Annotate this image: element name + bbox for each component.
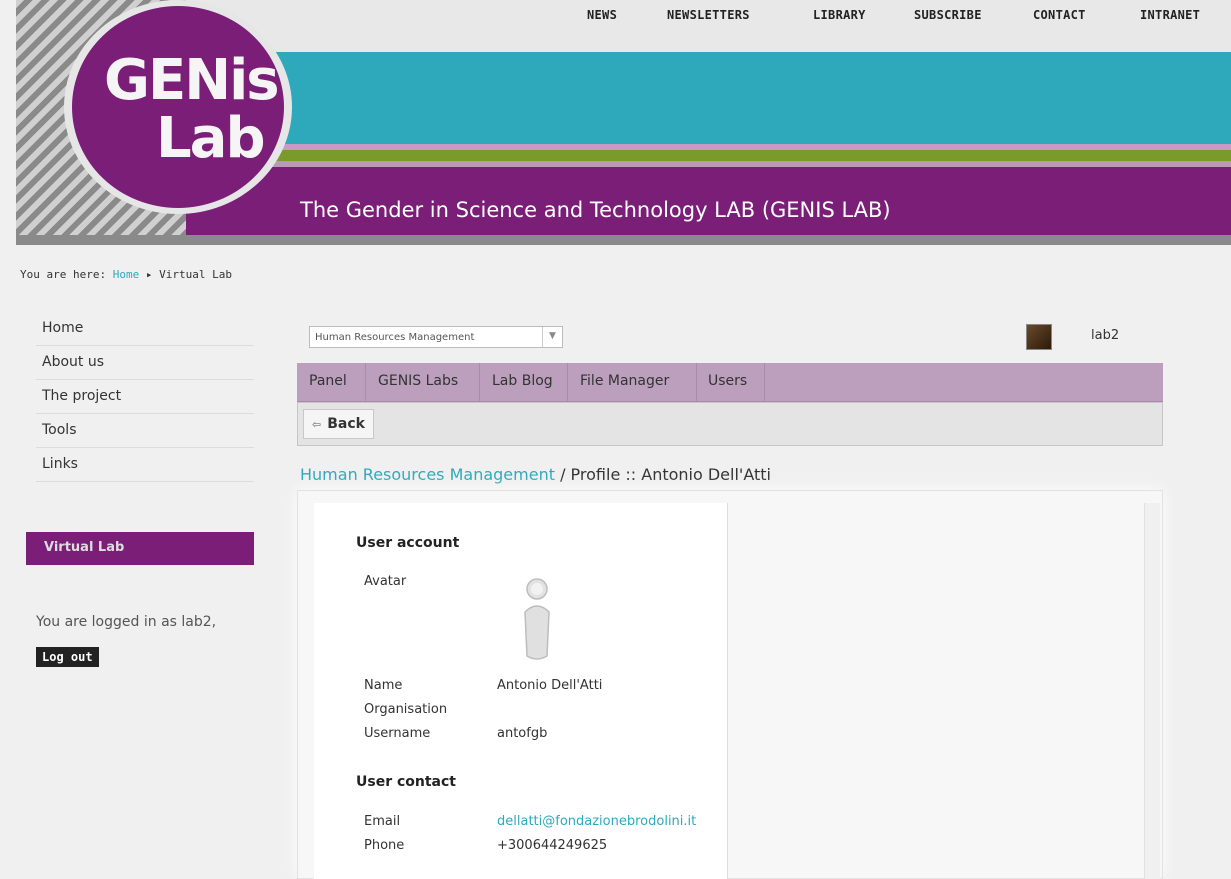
logout-button[interactable]: Log out [36, 647, 99, 667]
sidebar-item-home[interactable]: Home [36, 312, 254, 346]
back-button[interactable]: ⇦ Back [303, 409, 374, 439]
back-button-label: Back [327, 416, 365, 432]
tab-genis-labs[interactable]: GENIS Labs [366, 363, 480, 402]
chevron-down-icon[interactable]: ▼ [542, 327, 562, 347]
tab-users[interactable]: Users [697, 363, 765, 402]
logo-text-line2: Lab [156, 106, 266, 171]
heading-profile-text: / Profile :: Antonio Dell'Atti [554, 465, 771, 484]
sidebar-item-about-us[interactable]: About us [36, 346, 254, 380]
logo-text-line1: GENis [104, 48, 280, 113]
section-user-account: User account [356, 535, 460, 551]
nav-news[interactable]: NEWS [587, 8, 617, 22]
username-value: antofgb [497, 726, 548, 741]
phone-value: +300644249625 [497, 838, 608, 853]
phone-label: Phone [364, 838, 405, 853]
name-value: Antonio Dell'Atti [497, 678, 603, 693]
nav-intranet[interactable]: INTRANET [1140, 8, 1200, 22]
page-title: Human Resources Management / Profile :: … [300, 465, 771, 484]
user-avatar[interactable] [1026, 324, 1052, 350]
tab-file-manager[interactable]: File Manager [568, 363, 697, 402]
lab-tabs: Panel GENIS Labs Lab Blog File Manager U… [297, 363, 1163, 402]
site-logo[interactable]: GENis Lab [72, 6, 284, 208]
email-label: Email [364, 814, 401, 829]
top-navigation: NEWS NEWSLETTERS LIBRARY SUBSCRIBE CONTA… [0, 8, 1231, 28]
toolbar: ⇦ Back [297, 402, 1163, 446]
nav-library[interactable]: LIBRARY [813, 8, 866, 22]
breadcrumb: You are here: Home ▸ Virtual Lab [20, 268, 232, 281]
section-user-contact: User contact [356, 774, 456, 790]
username-label: Username [364, 726, 431, 741]
email-link[interactable]: dellatti@fondazionebrodolini.it [497, 814, 696, 829]
breadcrumb-prefix: You are here: [20, 268, 107, 281]
breadcrumb-current: Virtual Lab [159, 268, 232, 281]
site-title: The Gender in Science and Technology LAB… [300, 198, 891, 222]
back-arrow-icon: ⇦ [312, 418, 322, 431]
header-gray-band [16, 235, 1231, 245]
sidebar-nav: Home About us The project Tools Links [36, 312, 254, 482]
lab-selector[interactable]: Human Resources Management ▼ [309, 326, 563, 348]
heading-lab-link[interactable]: Human Resources Management [300, 465, 555, 484]
breadcrumb-home-link[interactable]: Home [113, 268, 140, 281]
nav-newsletters[interactable]: NEWSLETTERS [667, 8, 750, 22]
sidebar-item-links[interactable]: Links [36, 448, 254, 482]
default-avatar-icon [524, 578, 550, 660]
sidebar-section-virtual-lab[interactable]: Virtual Lab [26, 532, 254, 565]
logged-in-text: You are logged in as lab2, [36, 614, 217, 630]
nav-contact[interactable]: CONTACT [1033, 8, 1086, 22]
organisation-label: Organisation [364, 702, 448, 717]
name-label: Name [364, 678, 403, 693]
right-column-strip [1144, 503, 1160, 879]
tab-panel[interactable]: Panel [297, 363, 366, 402]
nav-subscribe[interactable]: SUBSCRIBE [914, 8, 982, 22]
lab-selector-value: Human Resources Management [315, 332, 475, 343]
breadcrumb-separator-icon: ▸ [145, 268, 153, 281]
sidebar-item-tools[interactable]: Tools [36, 414, 254, 448]
tab-lab-blog[interactable]: Lab Blog [480, 363, 568, 402]
current-user-name[interactable]: lab2 [1091, 328, 1119, 343]
avatar-label: Avatar [364, 574, 407, 589]
sidebar-item-the-project[interactable]: The project [36, 380, 254, 414]
